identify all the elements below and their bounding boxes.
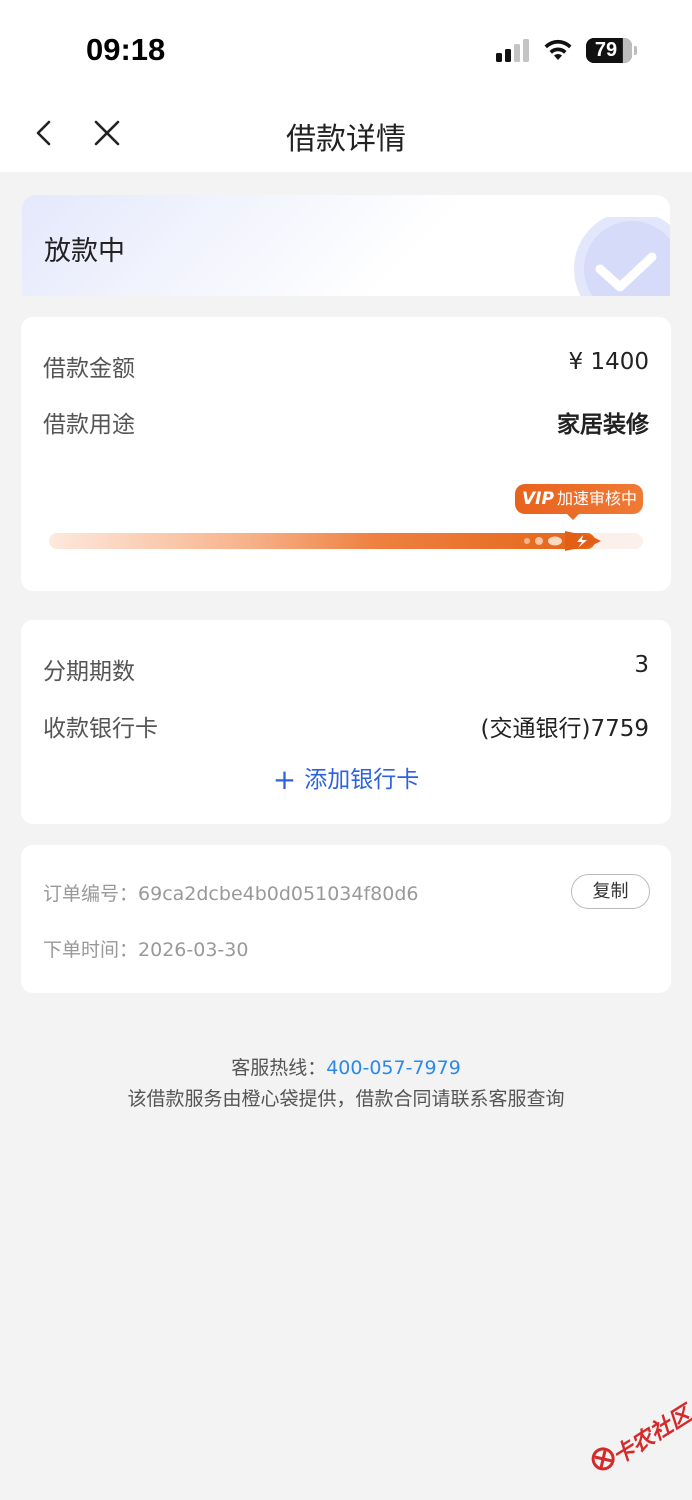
amount-label: 借款金额 [43,356,135,382]
order-time: 下单时间：2026-03-30 [43,935,248,962]
purpose-label: 借款用途 [43,412,135,438]
battery-indicator: 79 [586,38,632,63]
status-time: 09:18 [86,32,166,67]
installments-label: 分期期数 [43,659,135,685]
check-circle-icon [574,217,670,296]
amount-value: ¥ 1400 [568,349,649,375]
wifi-icon [544,39,572,60]
add-bank-card-button[interactable]: + 添加银行卡 [21,760,671,796]
hotline-label: 客服热线： [231,1057,327,1079]
loan-status-card: 放款中 [22,195,670,296]
battery-level-text: 79 [594,39,618,61]
order-number: 订单编号：69ca2dcbe4b0d051034f80d6 [43,879,418,906]
customer-service-hotline: 客服热线：400-057-7979 [0,1053,692,1080]
repayment-card: 分期期数 3 收款银行卡 (交通银行)7759 + 添加银行卡 [21,620,671,824]
installments-value: 3 [634,652,649,678]
loan-status-title: 放款中 [44,236,125,267]
order-time-value: 2026-03-30 [138,939,249,961]
signal-icon [496,39,529,62]
vip-review-badge: VIP 加速审核中 [515,484,643,514]
status-bar: 09:18 79 [0,0,692,96]
loan-info-card: 借款金额 ¥ 1400 借款用途 家居装修 VIP 加速审核中 [21,317,671,591]
rocket-icon [524,531,601,551]
bank-card-value: (交通银行)7759 [480,716,649,742]
order-number-label: 订单编号： [43,883,139,905]
vip-badge-text: 加速审核中 [556,489,637,508]
page-title: 借款详情 [286,122,406,157]
review-progress-fill [49,533,596,549]
watermark: 卡农社区 [577,1387,692,1499]
order-time-label: 下单时间： [43,939,139,961]
add-bank-card-label: 添加银行卡 [304,767,420,793]
watermark-text: 卡农社区 [608,1401,692,1470]
service-provider-note: 该借款服务由橙心袋提供，借款合同请联系客服查询 [127,1088,565,1110]
vip-badge-label: VIP [522,489,554,509]
order-number-value: 69ca2dcbe4b0d051034f80d6 [138,883,419,905]
purpose-value: 家居装修 [557,412,649,438]
plus-icon: + [272,763,297,796]
copy-order-button[interactable]: 复制 [571,874,650,909]
hotline-phone-link[interactable]: 400-057-7979 [326,1057,461,1079]
nav-bar: 借款详情 [0,96,692,172]
bank-card-label: 收款银行卡 [43,716,158,742]
order-info-card: 订单编号：69ca2dcbe4b0d051034f80d6 复制 下单时间：20… [21,845,671,993]
